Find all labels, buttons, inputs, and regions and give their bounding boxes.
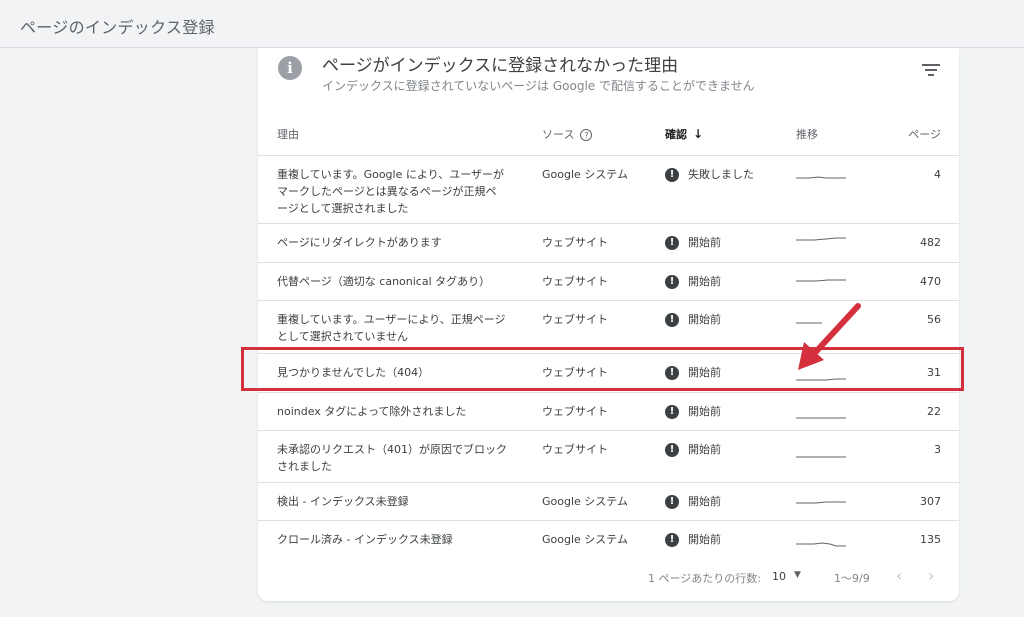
chevron-left-icon[interactable]: ‹ — [896, 566, 902, 585]
column-header-source-label: ソース — [542, 128, 575, 141]
column-header-pages[interactable]: ページ — [908, 126, 941, 142]
row-status-label: 開始前 — [688, 443, 721, 456]
row-pages: 56 — [927, 313, 941, 326]
row-pages: 470 — [920, 275, 941, 288]
column-header-source[interactable]: ソース? — [542, 126, 593, 142]
row-reason: noindex タグによって除外されました — [277, 403, 507, 420]
row-status: ! 開始前 — [665, 273, 721, 290]
column-header-reason[interactable]: 理由 — [277, 126, 299, 142]
row-pages: 4 — [934, 168, 941, 181]
trend-sparkline — [796, 237, 846, 241]
page-title: ページのインデックス登録 — [20, 18, 215, 37]
exclamation-icon: ! — [665, 167, 679, 182]
row-source: ウェブサイト — [542, 275, 608, 288]
filter-icon[interactable] — [922, 64, 940, 78]
row-pages: 3 — [934, 443, 941, 456]
row-reason: 代替ページ（適切な canonical タグあり） — [277, 275, 491, 288]
info-icon: i — [278, 56, 302, 80]
row-status-label: 開始前 — [688, 533, 721, 546]
exclamation-icon: ! — [665, 442, 679, 457]
row-status: ! 開始前 — [665, 403, 721, 420]
row-status: ! 失敗しました — [665, 166, 754, 183]
row-source: Google システム — [542, 495, 628, 508]
row-reason: 重複しています。ユーザーにより、正規ページとして選択されていません — [277, 313, 506, 343]
row-source: Google システム — [542, 533, 628, 546]
table-row[interactable]: 重複しています。Google により、ユーザーがマークしたページとは異なるページ… — [258, 155, 959, 223]
row-source: ウェブサイト — [542, 313, 608, 326]
row-source: ウェブサイト — [542, 443, 608, 456]
row-pages: 135 — [920, 533, 941, 546]
column-header-trend[interactable]: 推移 — [796, 126, 818, 142]
sort-descending-icon[interactable]: ↓ — [693, 127, 703, 141]
row-status-label: 開始前 — [688, 495, 721, 508]
row-source: Google システム — [542, 168, 628, 181]
row-status: ! 開始前 — [665, 234, 721, 251]
row-status: ! 開始前 — [665, 493, 721, 510]
row-source: ウェブサイト — [542, 236, 608, 249]
exclamation-icon: ! — [665, 494, 679, 509]
trend-sparkline — [796, 542, 846, 547]
table-row[interactable]: ページにリダイレクトがあります ウェブサイト ! 開始前 482 — [258, 223, 959, 262]
trend-sparkline — [796, 456, 846, 458]
row-status-label: 開始前 — [688, 236, 721, 249]
pagination-range: 1～9/9 — [834, 572, 870, 585]
top-bar: ページのインデックス登録 — [0, 0, 1024, 48]
table-row[interactable]: クロール済み - インデックス未登録 Google システム ! 開始前 135 — [258, 520, 959, 559]
row-status: ! 開始前 — [665, 531, 721, 548]
exclamation-icon: ! — [665, 312, 679, 327]
card-title: ページがインデックスに登録されなかった理由 — [322, 56, 679, 76]
chevron-right-icon[interactable]: › — [928, 566, 934, 585]
row-status-label: 失敗しました — [688, 168, 754, 181]
row-reason-text: noindex タグによって除外されました — [277, 405, 467, 418]
row-status-label: 開始前 — [688, 405, 721, 418]
column-header-confirm[interactable]: 確認 ↓ — [665, 126, 703, 142]
table-row[interactable]: 代替ページ（適切な canonical タグあり） ウェブサイト ! 開始前 4… — [258, 262, 959, 300]
trend-sparkline — [796, 501, 846, 504]
rows-per-page-select[interactable]: 10 — [772, 570, 786, 583]
exclamation-icon: ! — [665, 274, 679, 289]
row-pages: 482 — [920, 236, 941, 249]
rows-per-page-label: 1 ページあたりの行数: — [648, 572, 761, 585]
row-reason: 未承認のリクエスト（401）が原因でブロックされました — [277, 443, 507, 473]
pagination-footer: 1 ページあたりの行数: 10 ▼ 1～9/9 ‹ › — [258, 566, 959, 590]
row-reason: クロール済み - インデックス未登録 — [277, 533, 453, 546]
column-header-confirm-label: 確認 — [665, 128, 687, 141]
help-icon[interactable]: ? — [580, 129, 593, 141]
table-row[interactable]: noindex タグによって除外されました ウェブサイト ! 開始前 22 — [258, 392, 959, 430]
row-status-label: 開始前 — [688, 313, 721, 326]
row-source: ウェブサイト — [542, 405, 608, 418]
row-pages: 22 — [927, 405, 941, 418]
row-reason: 検出 - インデックス未登録 — [277, 495, 409, 508]
table-row[interactable]: 検出 - インデックス未登録 Google システム ! 開始前 307 — [258, 482, 959, 520]
row-status: ! 開始前 — [665, 311, 721, 328]
exclamation-icon: ! — [665, 532, 679, 547]
exclamation-icon: ! — [665, 404, 679, 419]
row-status-label: 開始前 — [688, 275, 721, 288]
row-reason: ページにリダイレクトがあります — [277, 236, 442, 249]
exclamation-icon: ! — [665, 235, 679, 250]
trend-sparkline — [796, 279, 846, 282]
card-subtitle: インデックスに登録されていないページは Google で配信することができません — [322, 79, 755, 93]
row-reason: 重複しています。Google により、ユーザーがマークしたページとは異なるページ… — [277, 168, 504, 215]
table-row[interactable]: 未承認のリクエスト（401）が原因でブロックされました ウェブサイト ! 開始前… — [258, 430, 959, 482]
trend-sparkline — [796, 176, 846, 179]
trend-sparkline — [796, 417, 846, 419]
row-pages: 307 — [920, 495, 941, 508]
annotation-arrow — [798, 303, 861, 370]
dropdown-caret-icon[interactable]: ▼ — [794, 570, 801, 580]
row-status: ! 開始前 — [665, 441, 721, 458]
